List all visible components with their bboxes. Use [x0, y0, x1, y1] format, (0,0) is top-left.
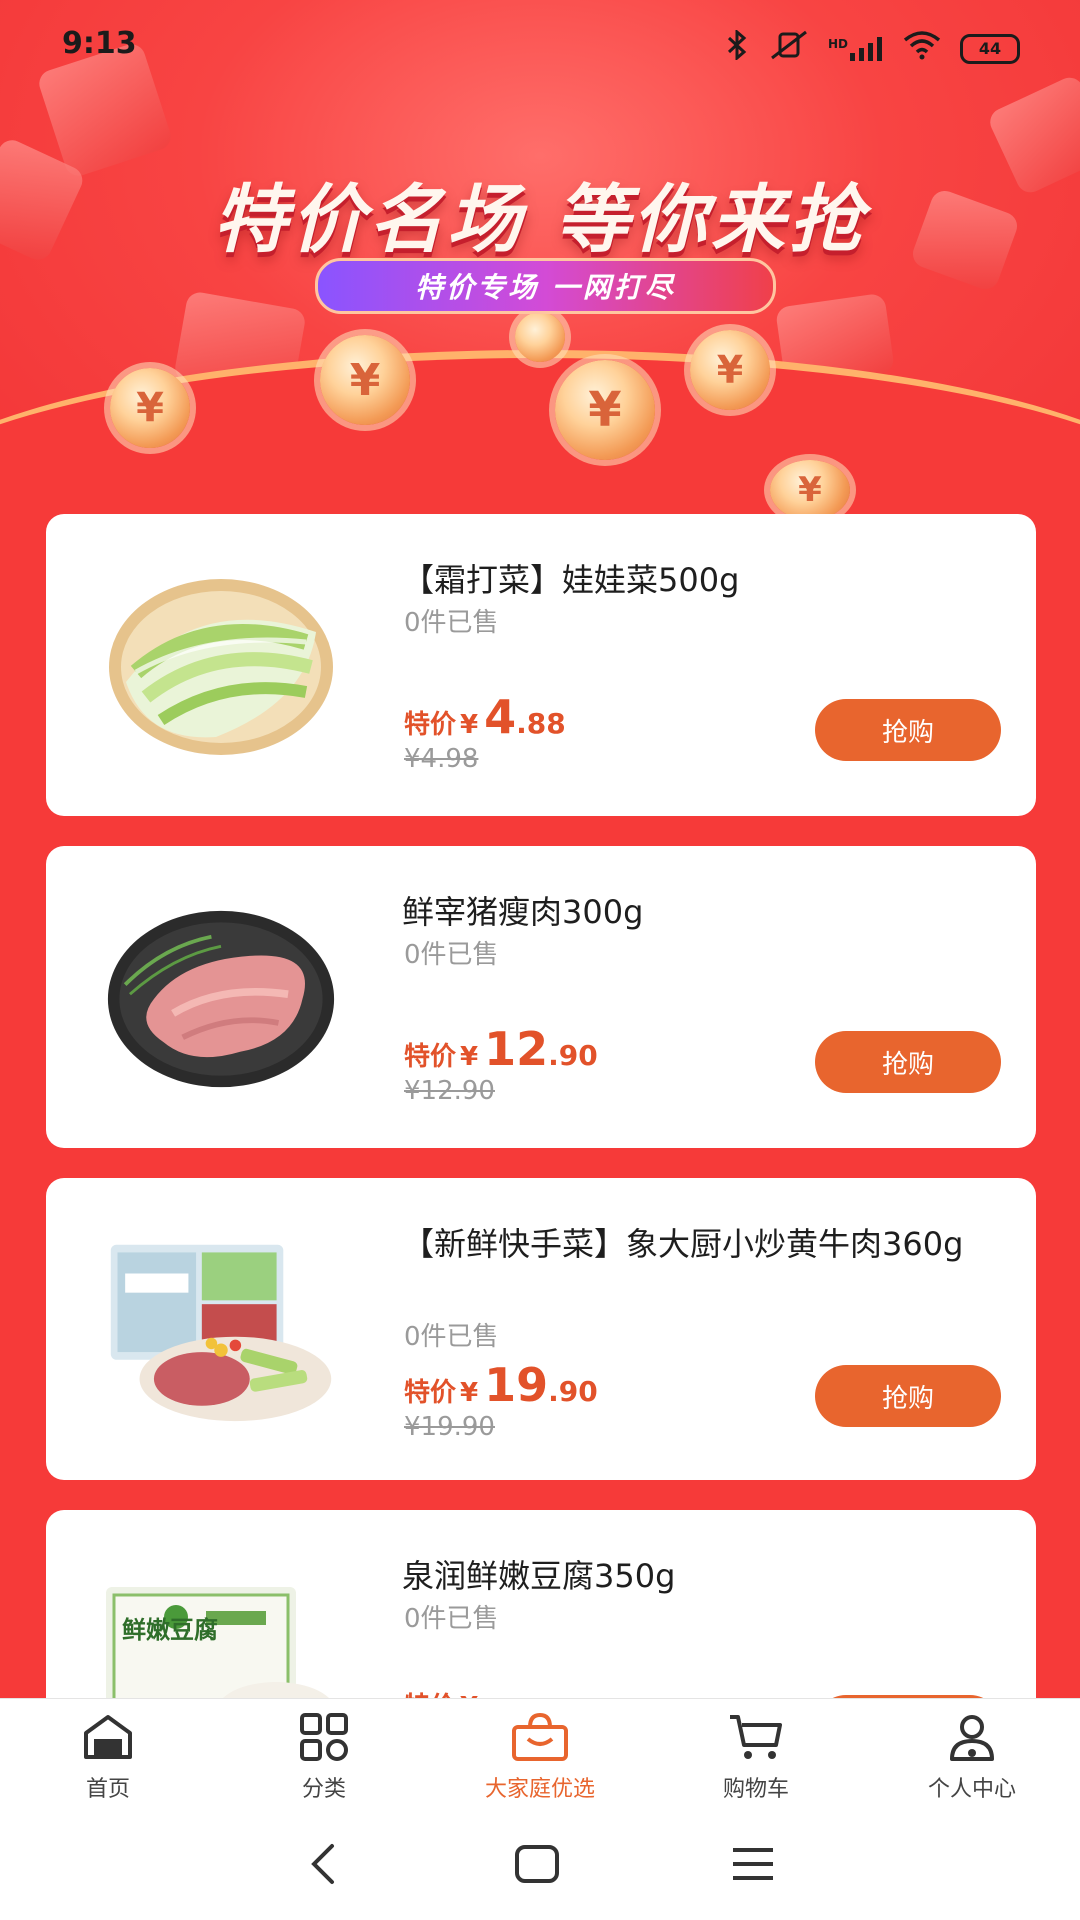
currency-symbol: ¥ [460, 1042, 479, 1072]
price-integer: 19 [484, 1358, 549, 1412]
cart-icon [726, 1713, 786, 1765]
product-image-napa-cabbage [106, 572, 336, 762]
product-card[interactable]: 【新鲜快手菜】象大厨小炒黄牛肉360g 0件已售 特价 ¥ 19 .90 ¥19… [46, 1178, 1036, 1480]
tab-family-picks[interactable]: 大家庭优选 [432, 1699, 648, 1813]
home-square-icon[interactable] [514, 1844, 560, 1888]
home-icon [80, 1713, 136, 1765]
person-icon [944, 1713, 1000, 1765]
buy-button[interactable]: 抢购 [815, 1031, 1001, 1093]
price-decimal: .90 [548, 1375, 598, 1408]
product-title[interactable]: 泉润鲜嫩豆腐350g [402, 1548, 1012, 1604]
status-bar: 9:13 HD 44 [0, 0, 1080, 96]
tab-label: 购物车 [722, 1777, 789, 1802]
price-label: 特价 [404, 1378, 457, 1408]
sale-price: 特价 ¥ 19 .90 [404, 1358, 598, 1412]
tofu-package-text: 鲜嫩豆腐 [122, 1616, 218, 1644]
product-title[interactable]: 【新鲜快手菜】象大厨小炒黄牛肉360g [402, 1216, 1012, 1272]
tab-cart[interactable]: 购物车 [648, 1699, 864, 1813]
price-integer: 12 [484, 1022, 549, 1076]
sale-price: 特价 ¥ 12 .90 [404, 1022, 598, 1076]
banner-headline: 特价名场 等你来抢 [213, 177, 867, 263]
original-price: ¥12.90 [404, 1076, 495, 1106]
sold-count: 0件已售 [404, 1322, 499, 1352]
price-integer: 4 [484, 690, 517, 744]
tab-label: 个人中心 [927, 1777, 1016, 1802]
currency-symbol: ¥ [460, 710, 479, 740]
coin-decoration: ¥ [690, 330, 770, 410]
grid-icon [296, 1713, 352, 1765]
product-image-stir-fry-beef-kit [106, 1236, 336, 1426]
buy-button[interactable]: 抢购 [815, 699, 1001, 761]
bottom-tab-bar: 首页 分类 大家庭优选 购物车 个人中心 [0, 1698, 1080, 1813]
banner-subtitle-pill: 特价专场 一网打尽 [315, 258, 776, 314]
battery-icon: 44 [960, 33, 1020, 64]
sale-price: 特价 ¥ 4 .88 [404, 690, 566, 744]
coin-decoration [515, 312, 565, 362]
price-label: 特价 [404, 1042, 457, 1072]
tab-label: 分类 [301, 1777, 346, 1802]
system-navigation-bar [0, 1812, 1080, 1920]
buy-button[interactable]: 抢购 [815, 1365, 1001, 1427]
tab-label: 首页 [85, 1777, 130, 1802]
mute-vibrate-icon [768, 30, 810, 67]
wifi-icon [902, 30, 942, 67]
price-decimal: .90 [548, 1039, 598, 1072]
coin-decoration: ¥ [555, 360, 655, 460]
tab-profile[interactable]: 个人中心 [864, 1699, 1080, 1813]
tab-label: 大家庭优选 [484, 1777, 595, 1802]
coin-decoration: ¥ [770, 460, 850, 520]
product-card[interactable]: 鲜宰猪瘦肉300g 0件已售 特价 ¥ 12 .90 ¥12.90 抢购 [46, 846, 1036, 1148]
sold-count: 0件已售 [404, 1604, 499, 1634]
product-image-lean-pork [106, 904, 336, 1094]
status-icons: HD 44 [724, 28, 1020, 67]
currency-symbol: ¥ [460, 1378, 479, 1408]
signal-icon: HD [828, 36, 884, 61]
original-price: ¥4.98 [404, 744, 479, 774]
product-card[interactable]: 【霜打菜】娃娃菜500g 0件已售 特价 ¥ 4 .88 ¥4.98 抢购 [46, 514, 1036, 816]
product-title[interactable]: 鲜宰猪瘦肉300g [402, 884, 1012, 940]
status-time: 9:13 [62, 26, 137, 61]
product-title[interactable]: 【霜打菜】娃娃菜500g [402, 552, 1012, 608]
sold-count: 0件已售 [404, 940, 499, 970]
menu-icon[interactable] [730, 1844, 776, 1888]
tab-home[interactable]: 首页 [0, 1699, 216, 1813]
tab-category[interactable]: 分类 [216, 1699, 432, 1813]
original-price: ¥19.90 [404, 1412, 495, 1442]
bluetooth-icon [724, 28, 750, 67]
price-decimal: .88 [516, 707, 566, 740]
sold-count: 0件已售 [404, 608, 499, 638]
shopping-bag-icon [510, 1712, 570, 1765]
back-icon[interactable] [304, 1842, 344, 1890]
coin-decoration: ¥ [110, 368, 190, 448]
coin-decoration: ¥ [320, 335, 410, 425]
price-label: 特价 [404, 710, 457, 740]
